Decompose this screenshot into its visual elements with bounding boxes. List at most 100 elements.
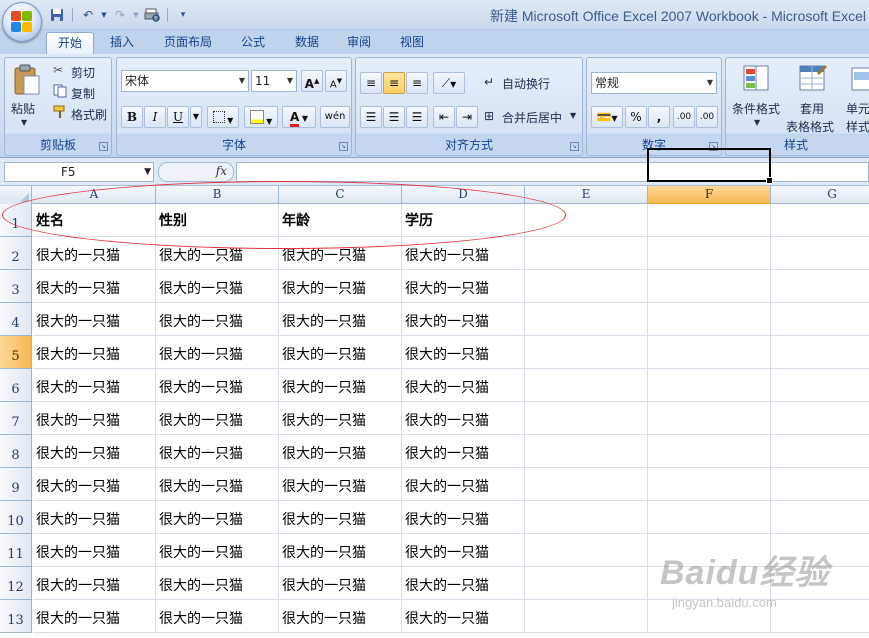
cell-a11[interactable]: 很大的一只猫 xyxy=(33,534,156,567)
redo-icon[interactable]: ↷ xyxy=(111,7,129,24)
decrease-indent-button[interactable]: ⇤ xyxy=(433,106,455,128)
orientation-button[interactable]: ⟋▼ xyxy=(433,72,465,94)
cell-b11[interactable]: 很大的一只猫 xyxy=(156,534,279,567)
row-header-2[interactable]: 2 xyxy=(0,237,32,270)
cell-c6[interactable]: 很大的一只猫 xyxy=(279,369,402,402)
tab-formulas[interactable]: 公式 xyxy=(230,32,276,54)
cell-b5[interactable]: 很大的一只猫 xyxy=(156,336,279,369)
cell-f6[interactable] xyxy=(648,369,771,402)
cell-g3[interactable] xyxy=(771,270,869,303)
cell-f9[interactable] xyxy=(648,468,771,501)
column-header-c[interactable]: C xyxy=(279,186,402,204)
paste-button[interactable]: 粘贴 ▼ xyxy=(9,62,45,134)
tab-insert[interactable]: 插入 xyxy=(100,32,144,54)
cell-b10[interactable]: 很大的一只猫 xyxy=(156,501,279,534)
cell-e3[interactable] xyxy=(525,270,648,303)
cell-g7[interactable] xyxy=(771,402,869,435)
cell-e8[interactable] xyxy=(525,435,648,468)
align-middle-button[interactable]: ≡ xyxy=(383,72,405,94)
cell-d8[interactable]: 很大的一只猫 xyxy=(402,435,525,468)
align-bottom-button[interactable]: ≡ xyxy=(406,72,428,94)
cell-f10[interactable] xyxy=(648,501,771,534)
row-header-12[interactable]: 12 xyxy=(0,567,32,600)
cell-f12[interactable] xyxy=(648,567,771,600)
cell-g6[interactable] xyxy=(771,369,869,402)
cell-e7[interactable] xyxy=(525,402,648,435)
row-header-5[interactable]: 5 xyxy=(0,336,32,369)
merge-center-button[interactable]: ⊞ 合并后居中 ▼ xyxy=(484,106,582,128)
grow-font-button[interactable]: A▲ xyxy=(301,70,323,92)
cell-d2[interactable]: 很大的一只猫 xyxy=(402,237,525,270)
cell-d12[interactable]: 很大的一只猫 xyxy=(402,567,525,600)
cell-e1[interactable] xyxy=(525,204,648,237)
number-format-select[interactable]: 常规 ▼ xyxy=(591,72,717,94)
cell-e5[interactable] xyxy=(525,336,648,369)
underline-button[interactable]: U xyxy=(167,106,189,128)
cell-d9[interactable]: 很大的一只猫 xyxy=(402,468,525,501)
cell-e10[interactable] xyxy=(525,501,648,534)
formula-input[interactable] xyxy=(236,162,869,182)
column-header-a[interactable]: A xyxy=(33,186,156,204)
cell-d13[interactable]: 很大的一只猫 xyxy=(402,600,525,633)
cell-d6[interactable]: 很大的一只猫 xyxy=(402,369,525,402)
cell-g11[interactable] xyxy=(771,534,869,567)
cell-e11[interactable] xyxy=(525,534,648,567)
shrink-font-button[interactable]: A▼ xyxy=(325,70,347,92)
cell-b2[interactable]: 很大的一只猫 xyxy=(156,237,279,270)
cell-f2[interactable] xyxy=(648,237,771,270)
cell-c10[interactable]: 很大的一只猫 xyxy=(279,501,402,534)
wrap-text-button[interactable]: ↵ 自动换行 xyxy=(484,72,582,94)
insert-function-icon[interactable]: fx xyxy=(216,164,227,178)
borders-button[interactable]: ▼ xyxy=(207,106,239,128)
format-painter-button[interactable]: 格式刷 xyxy=(53,104,111,124)
bold-button[interactable]: B xyxy=(121,106,143,128)
cell-a2[interactable]: 很大的一只猫 xyxy=(33,237,156,270)
cell-f5[interactable] xyxy=(648,336,771,369)
copy-button[interactable]: 复制 xyxy=(53,83,109,103)
row-header-4[interactable]: 4 xyxy=(0,303,32,336)
undo-dropdown-icon[interactable]: ▼ xyxy=(100,7,108,24)
font-name-select[interactable]: 宋体 ▼ xyxy=(121,70,249,92)
cell-d3[interactable]: 很大的一只猫 xyxy=(402,270,525,303)
cell-f8[interactable] xyxy=(648,435,771,468)
row-header-13[interactable]: 13 xyxy=(0,600,32,633)
cell-b6[interactable]: 很大的一只猫 xyxy=(156,369,279,402)
conditional-format-button[interactable]: 条件格式 ▼ xyxy=(730,62,786,134)
cell-d4[interactable]: 很大的一只猫 xyxy=(402,303,525,336)
cell-b13[interactable]: 很大的一只猫 xyxy=(156,600,279,633)
cell-a5[interactable]: 很大的一只猫 xyxy=(33,336,156,369)
cell-e12[interactable] xyxy=(525,567,648,600)
tab-page-layout[interactable]: 页面布局 xyxy=(152,32,224,54)
align-left-button[interactable]: ☰ xyxy=(360,106,382,128)
cell-a9[interactable]: 很大的一只猫 xyxy=(33,468,156,501)
increase-indent-button[interactable]: ⇥ xyxy=(456,106,478,128)
cell-c7[interactable]: 很大的一只猫 xyxy=(279,402,402,435)
cell-d10[interactable]: 很大的一只猫 xyxy=(402,501,525,534)
select-all-button[interactable] xyxy=(0,186,32,204)
cell-d11[interactable]: 很大的一只猫 xyxy=(402,534,525,567)
cell-c4[interactable]: 很大的一只猫 xyxy=(279,303,402,336)
cell-g9[interactable] xyxy=(771,468,869,501)
font-launcher-icon[interactable]: ↘ xyxy=(339,142,348,151)
redo-dropdown-icon[interactable]: ▼ xyxy=(132,7,140,24)
cell-c12[interactable]: 很大的一只猫 xyxy=(279,567,402,600)
row-header-8[interactable]: 8 xyxy=(0,435,32,468)
cell-f4[interactable] xyxy=(648,303,771,336)
phonetic-button[interactable]: wén xyxy=(320,106,350,128)
cell-d7[interactable]: 很大的一只猫 xyxy=(402,402,525,435)
column-header-b[interactable]: B xyxy=(156,186,279,204)
increase-decimal-button[interactable]: .00 xyxy=(673,106,695,128)
cell-a7[interactable]: 很大的一只猫 xyxy=(33,402,156,435)
cell-d5[interactable]: 很大的一只猫 xyxy=(402,336,525,369)
cell-b7[interactable]: 很大的一只猫 xyxy=(156,402,279,435)
cell-c13[interactable]: 很大的一只猫 xyxy=(279,600,402,633)
office-button[interactable] xyxy=(2,2,42,42)
cell-c3[interactable]: 很大的一只猫 xyxy=(279,270,402,303)
active-cell-f5[interactable] xyxy=(647,148,773,184)
alignment-launcher-icon[interactable]: ↘ xyxy=(570,142,579,151)
cell-e4[interactable] xyxy=(525,303,648,336)
cell-f7[interactable] xyxy=(648,402,771,435)
comma-style-button[interactable]: , xyxy=(648,106,670,128)
accounting-format-button[interactable]: 💳▼ xyxy=(591,106,623,128)
font-size-select[interactable]: 11 ▼ xyxy=(251,70,297,92)
